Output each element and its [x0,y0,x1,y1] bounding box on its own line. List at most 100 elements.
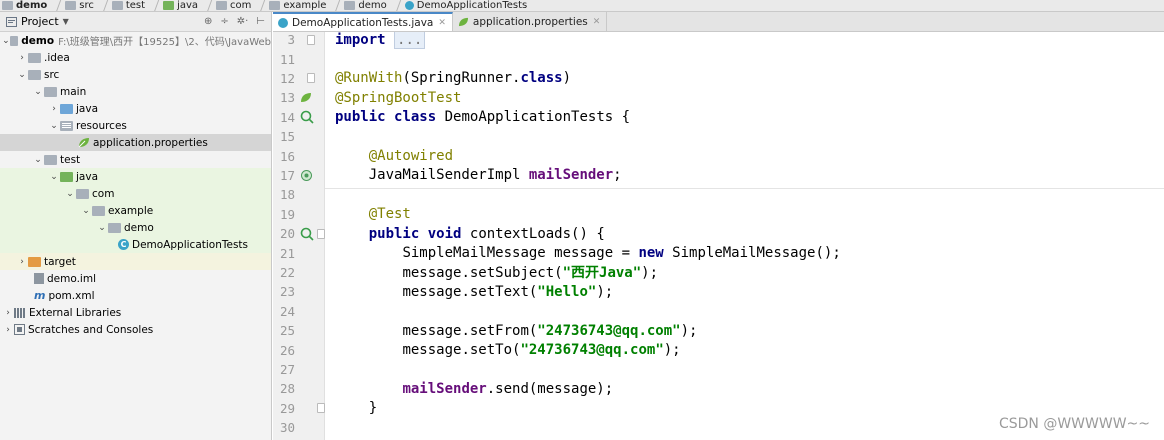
test-folder-icon [60,171,73,182]
tree-node-example[interactable]: ⌄ example [0,202,271,219]
package-icon [108,222,121,233]
folder-icon [216,1,228,10]
locate-icon[interactable]: ⊕ [204,16,212,27]
code-line-20: 20 public void contextLoads() { [279,225,605,242]
code-line-13: 13 @SpringBootTest [279,89,462,106]
breadcrumb-example[interactable]: example [267,0,342,11]
fold-marker-icon[interactable] [307,34,315,45]
breadcrumb-java[interactable]: java [161,0,214,11]
folder-icon [44,86,57,97]
folder-icon [344,1,356,10]
code-line-3: 3 import ... [273,32,1164,49]
code-line-18: 18 [279,187,295,203]
tree-node-application-properties[interactable]: application.properties [0,134,271,151]
code-line-11: 11 [279,51,295,67]
scratches-icon [14,324,25,335]
excluded-folder-icon [28,256,41,267]
tree-node-test-java[interactable]: ⌄ java [0,168,271,185]
chevron-down-icon[interactable]: ⌄ [2,36,10,46]
library-icon [14,307,26,318]
spring-leaf-icon [301,93,311,103]
breadcrumb-class[interactable]: DemoApplicationTests [403,0,532,11]
spring-leaf-icon [78,138,89,148]
collapse-icon[interactable]: ÷ [220,16,228,27]
code-line-15: 15 [279,129,295,145]
folded-code-placeholder[interactable]: ... [394,32,426,49]
chevron-down-icon[interactable]: ⌄ [48,121,60,131]
module-folder-icon [9,35,19,46]
close-icon[interactable]: ✕ [593,17,601,27]
code-line-21: 21 SimpleMailMessage message = new Simpl… [279,245,841,262]
source-folder-icon [60,103,73,114]
code-line-26: 26 message.setTo("24736743@qq.com"); [279,342,681,359]
project-panel-header: Project ▼ ⊕ ÷ ✲· ⊢ [0,12,271,32]
folder-icon [65,1,77,10]
watermark: CSDN @WWWWW~~ [998,416,1150,432]
tree-node-demo-application-tests[interactable]: C DemoApplicationTests [0,236,271,253]
tree-node-com[interactable]: ⌄ com [0,185,271,202]
close-icon[interactable]: ✕ [438,18,446,28]
code-line-22: 22 message.setSubject("西开Java"); [279,264,659,282]
fold-marker-icon[interactable] [317,228,325,239]
code-line-16: 16 @Autowired [279,148,454,165]
project-tool-window: Project ▼ ⊕ ÷ ✲· ⊢ ⌄ demo F:\班级管理\西开【19525… [0,12,272,440]
navigation-bar: demo src test java com example demo DemoApplica… [0,0,1164,12]
chevron-right-icon[interactable]: › [16,257,28,267]
editor-tabs: DemoApplicationTests.java ✕ application.… [273,12,1164,32]
folder-icon [163,1,175,10]
fold-marker-icon[interactable] [307,73,315,84]
tab-demo-application-tests[interactable]: DemoApplicationTests.java ✕ [273,12,453,31]
package-icon [92,205,105,216]
code-editor[interactable]: 3 import ... 11 12 @RunWith(SpringRunner… [273,32,1164,440]
tree-node-src[interactable]: ⌄ src [0,66,271,83]
gear-icon[interactable]: ✲· [237,16,249,27]
folder-icon [44,154,57,165]
chevron-down-icon[interactable]: ⌄ [64,189,76,199]
code-line-19: 19 @Test [279,206,411,223]
breadcrumb-test[interactable]: test [110,0,161,11]
tree-node-demo-iml[interactable]: demo.iml [0,270,271,287]
resources-folder-icon [60,120,73,131]
folder-icon [28,69,41,80]
class-icon: C [118,239,129,250]
tab-application-properties[interactable]: application.properties ✕ [453,12,608,31]
code-line-24: 24 [279,303,295,319]
run-test-icon [300,110,314,124]
project-panel-title[interactable]: Project [21,15,59,28]
chevron-down-icon[interactable]: ⌄ [32,155,44,165]
chevron-down-icon[interactable]: ▼ [63,17,69,26]
folder-icon [269,1,281,10]
tree-node-main-java[interactable]: › java [0,100,271,117]
chevron-right-icon[interactable]: › [2,308,14,318]
tree-node-target[interactable]: › target [0,253,271,270]
tree-node-resources[interactable]: ⌄ resources [0,117,271,134]
tree-node-test[interactable]: ⌄ test [0,151,271,168]
tree-node-pom-xml[interactable]: m pom.xml [0,287,271,304]
chevron-right-icon[interactable]: › [16,53,28,63]
chevron-right-icon[interactable]: › [2,325,14,335]
chevron-right-icon[interactable]: › [48,104,60,114]
folder-icon [28,52,41,63]
chevron-down-icon[interactable]: ⌄ [80,206,92,216]
autowired-bean-icon [301,169,312,181]
tree-node-idea[interactable]: › .idea [0,49,271,66]
class-icon [404,1,414,10]
breadcrumb-com[interactable]: com [214,0,267,11]
project-icon [6,16,17,27]
tree-node-external-libraries[interactable]: › External Libraries [0,304,271,321]
tree-node-main[interactable]: ⌄ main [0,83,271,100]
code-line-25: 25 message.setFrom("24736743@qq.com"); [279,322,698,339]
chevron-down-icon[interactable]: ⌄ [96,223,108,233]
chevron-down-icon[interactable]: ⌄ [32,87,44,97]
breadcrumb-demo-package[interactable]: demo [342,0,402,11]
tree-node-demo[interactable]: ⌄ demo F:\班级管理\西开【19525】\2、代码\JavaWeb [0,32,271,49]
tree-node-scratches[interactable]: › Scratches and Consoles [0,321,271,338]
tree-node-demo-package[interactable]: ⌄ demo [0,219,271,236]
breadcrumb-src[interactable]: src [63,0,110,11]
code-line-27: 27 [279,361,295,377]
chevron-down-icon[interactable]: ⌄ [16,70,28,80]
hide-icon[interactable]: ⊢ [256,16,265,27]
chevron-down-icon[interactable]: ⌄ [48,172,60,182]
breadcrumb-demo[interactable]: demo [0,0,63,11]
fold-marker-icon[interactable] [317,403,325,414]
